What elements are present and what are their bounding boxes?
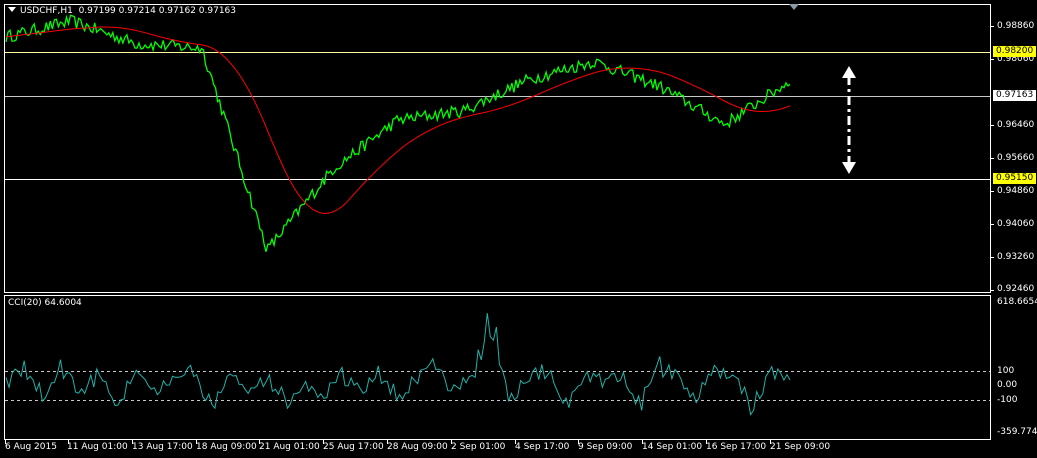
time-tick-label: 9 Sep 09:00: [578, 442, 633, 452]
price-tick-label: 0.92460: [997, 284, 1035, 294]
cci-scale-label: 100: [997, 366, 1015, 376]
moving-average-line: [5, 26, 791, 214]
time-tick-label: 25 Aug 17:00: [323, 442, 384, 452]
range-arrow-icon[interactable]: [842, 66, 856, 174]
price-tick-label: 0.94860: [997, 186, 1035, 196]
price-tick-label: 0.98860: [997, 21, 1035, 31]
chart-shift-marker-icon[interactable]: [789, 4, 799, 10]
cci-scale-label: -100: [997, 395, 1018, 405]
price-tick-label: 0.93260: [997, 252, 1035, 262]
chart-canvas[interactable]: [0, 0, 1037, 458]
price-tick-label: 0.95660: [997, 153, 1035, 163]
time-tick-label: 2 Sep 01:00: [451, 442, 506, 452]
cci-panel-frame: [4, 295, 991, 440]
time-tick-label: 28 Aug 09:00: [387, 442, 448, 452]
price-series-line: [5, 14, 791, 252]
ohlc-values: 0.97199 0.97214 0.97162 0.97163: [78, 6, 237, 16]
time-tick-label: 11 Aug 01:00: [67, 442, 128, 452]
chart-window[interactable]: USDCHF,H1 0.97199 0.97214 0.97162 0.9716…: [0, 0, 1037, 458]
price-tick-label: 0.94060: [997, 219, 1035, 229]
time-tick-label: 6 Aug 2015: [5, 442, 57, 452]
time-tick-label: 18 Aug 09:00: [196, 442, 257, 452]
chart-title: USDCHF,H1 0.97199 0.97214 0.97162 0.9716…: [8, 6, 236, 17]
dropdown-triangle-icon[interactable]: [8, 7, 16, 12]
upper-level-label: 0.98200: [993, 46, 1037, 57]
time-tick-label: 21 Aug 01:00: [259, 442, 320, 452]
price-tick-label: 0.96460: [997, 120, 1035, 130]
time-tick-label: 14 Sep 01:00: [642, 442, 703, 452]
time-tick-label: 13 Aug 17:00: [132, 442, 193, 452]
time-tick-label: 4 Sep 17:00: [515, 442, 570, 452]
cci-scale-label: -359.7749: [997, 427, 1037, 437]
time-tick-label: 16 Sep 17:00: [706, 442, 767, 452]
cci-scale-label: 0.00: [997, 380, 1018, 390]
cci-series-line: [5, 313, 791, 416]
current-price-label: 0.97163: [993, 90, 1037, 101]
time-tick-label: 21 Sep 09:00: [770, 442, 831, 452]
symbol-timeframe: USDCHF,H1: [20, 6, 73, 16]
cci-title: CCI(20) 64.6004: [8, 298, 82, 308]
cci-scale-label: 618.6654: [997, 297, 1037, 307]
lower-level-label: 0.95150: [993, 173, 1037, 184]
